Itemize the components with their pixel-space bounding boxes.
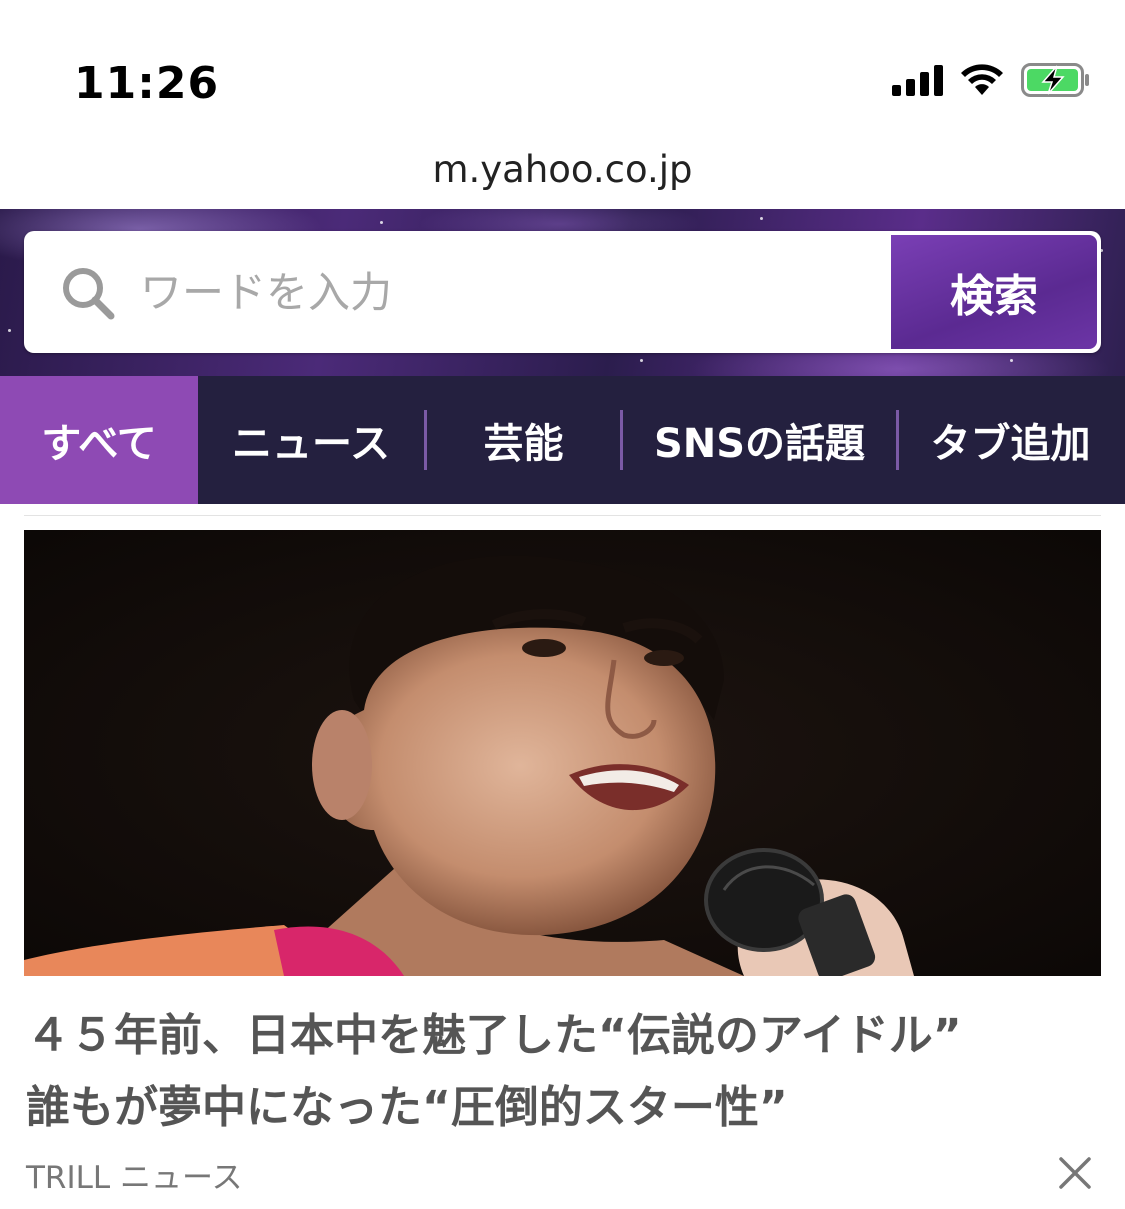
address-bar-url[interactable]: m.yahoo.co.jp — [0, 148, 1125, 191]
article-headline[interactable]: ４５年前、日本中を魅了した“伝説のアイドル” 誰もが夢中になった“圧倒的スター性… — [26, 1000, 1096, 1144]
close-icon[interactable] — [1058, 1156, 1092, 1194]
status-bar: 11:26 — [0, 0, 1125, 140]
headline-line-2: 誰もが夢中になった“圧倒的スター性” — [26, 1082, 788, 1133]
tab-all[interactable]: すべて — [0, 376, 198, 504]
article-photo[interactable] — [24, 530, 1101, 976]
battery-charging-icon — [1021, 62, 1091, 98]
search-button[interactable]: 検索 — [891, 235, 1097, 349]
tab-entertainment[interactable]: 芸能 — [427, 376, 620, 504]
tab-add-tab[interactable]: タブ追加 — [899, 376, 1122, 504]
search-icon — [60, 265, 116, 325]
cellular-signal-icon — [892, 64, 943, 96]
headline-line-1: ４５年前、日本中を魅了した“伝説のアイドル” — [26, 1010, 962, 1061]
status-time: 11:26 — [74, 58, 220, 109]
wifi-icon — [959, 63, 1005, 97]
category-tabs: すべて ニュース 芸能 SNSの話題 タブ追加 — [0, 376, 1125, 504]
tab-news[interactable]: ニュース — [198, 376, 424, 504]
search-bar: 検索 — [24, 231, 1101, 353]
content-divider — [24, 515, 1101, 516]
tab-sns-topics[interactable]: SNSの話題 — [623, 376, 896, 504]
status-icons — [892, 62, 1091, 98]
article-source: TRILL ニュース — [26, 1160, 243, 1196]
search-input[interactable] — [140, 249, 880, 335]
